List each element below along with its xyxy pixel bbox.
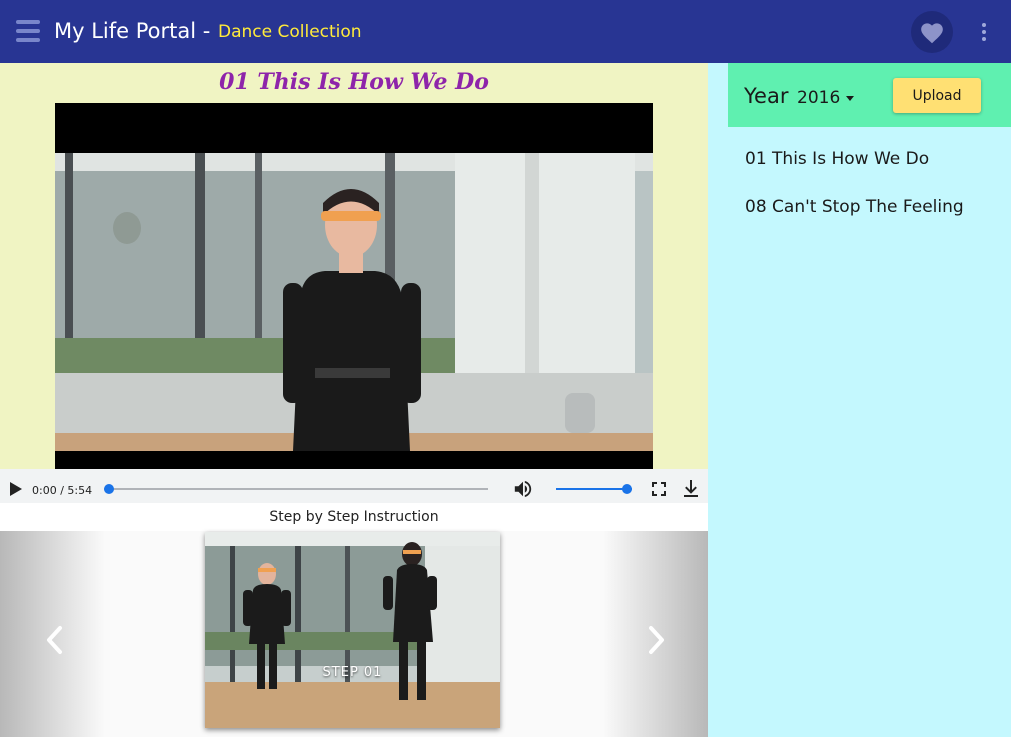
time-display: 0:00 / 5:54 bbox=[32, 484, 93, 497]
volume-slider[interactable] bbox=[556, 484, 632, 494]
volume-track bbox=[556, 488, 632, 490]
step-heading: Step by Step Instruction bbox=[0, 503, 708, 531]
year-dropdown[interactable]: 2016 bbox=[797, 88, 855, 108]
dance-title: 01 This Is How We Do bbox=[219, 69, 489, 95]
fullscreen-icon[interactable] bbox=[651, 481, 667, 497]
seek-bar[interactable] bbox=[104, 484, 488, 494]
year-value: 2016 bbox=[797, 88, 841, 108]
sidebar: Year 2016 Upload 01 This Is How We Do 08… bbox=[728, 63, 1011, 737]
step-thumbnail bbox=[205, 532, 500, 728]
chevron-right-icon bbox=[649, 626, 664, 654]
video-frame bbox=[55, 153, 653, 451]
seek-thumb[interactable] bbox=[104, 484, 114, 494]
play-icon[interactable] bbox=[10, 482, 22, 496]
dance-list: 01 This Is How We Do 08 Can't Stop The F… bbox=[728, 135, 1011, 231]
dance-list-item[interactable]: 08 Can't Stop The Feeling bbox=[728, 183, 1011, 231]
favorite-button[interactable] bbox=[911, 11, 953, 53]
caret-down-icon bbox=[846, 95, 855, 101]
video-player[interactable] bbox=[55, 103, 653, 469]
heart-icon bbox=[921, 23, 943, 44]
collection-title[interactable]: Dance Collection bbox=[218, 22, 362, 42]
video-controls: 0:00 / 5:54 bbox=[0, 469, 708, 507]
year-bar: Year 2016 Upload bbox=[728, 63, 1011, 127]
dance-list-item[interactable]: 01 This Is How We Do bbox=[728, 135, 1011, 183]
top-app-bar: My Life Portal - Dance Collection bbox=[0, 0, 1011, 63]
app-title: My Life Portal - bbox=[54, 19, 211, 43]
chevron-left-icon bbox=[47, 626, 62, 654]
year-label: Year bbox=[744, 84, 789, 108]
menu-icon[interactable] bbox=[14, 17, 42, 45]
volume-thumb[interactable] bbox=[622, 484, 632, 494]
main-panel: 01 This Is How We Do 0:00 / 5:54 Step by… bbox=[0, 63, 708, 737]
step-caption: STEP 01 bbox=[322, 665, 383, 680]
more-vert-icon[interactable] bbox=[976, 20, 992, 44]
upload-button[interactable]: Upload bbox=[893, 78, 981, 113]
carousel-next-button[interactable] bbox=[603, 531, 708, 737]
panel-gutter bbox=[708, 63, 728, 737]
step-slide[interactable]: STEP 01 bbox=[205, 532, 500, 728]
download-icon[interactable] bbox=[682, 479, 700, 499]
step-carousel: STEP 01 bbox=[0, 531, 708, 737]
volume-icon[interactable] bbox=[512, 479, 534, 499]
carousel-prev-button[interactable] bbox=[0, 531, 105, 737]
seek-track bbox=[104, 488, 488, 490]
